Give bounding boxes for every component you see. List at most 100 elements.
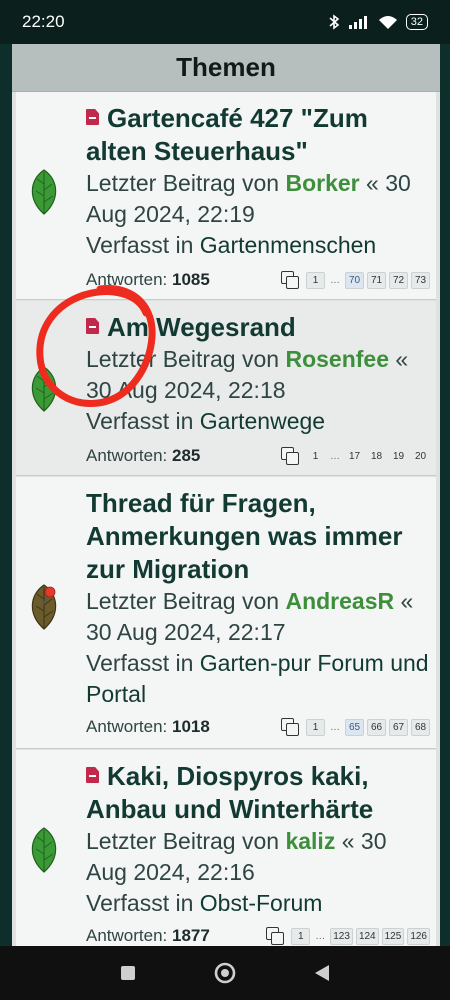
- goto-last-post[interactable]: «: [401, 588, 414, 614]
- pages-icon: [281, 447, 299, 465]
- replies-label: Antworten:: [86, 270, 168, 289]
- replies-label: Antworten:: [86, 446, 168, 465]
- author-link[interactable]: Rosenfee: [285, 346, 389, 372]
- page-link[interactable]: 72: [389, 271, 408, 289]
- topic-body: Kaki, Diospyros kaki, Anbau und Winterhä…: [86, 760, 430, 919]
- pages-icon: [266, 927, 285, 945]
- goto-last-post[interactable]: «: [342, 828, 355, 854]
- author-link[interactable]: AndreasR: [285, 588, 394, 614]
- topic-list-panel: Themen Gartencafé 427 "Zum alten Steuerh…: [12, 44, 440, 946]
- pagination: 1 … 17 18 19 20: [281, 447, 430, 465]
- forum-link[interactable]: Gartenmenschen: [200, 232, 376, 258]
- topic-row[interactable]: Gartencafé 427 "Zum alten Steuerhaus" Le…: [16, 92, 436, 300]
- topic-body: Am Wegesrand Letzter Beitrag von Rosenfe…: [86, 311, 430, 437]
- page-link[interactable]: 68: [411, 718, 430, 736]
- pages-icon: [281, 718, 299, 736]
- replies-label: Antworten:: [86, 717, 168, 736]
- page-link[interactable]: 18: [367, 448, 386, 465]
- page-link[interactable]: 70: [345, 271, 364, 289]
- last-post-label: Letzter Beitrag von: [86, 170, 280, 196]
- page-link[interactable]: 19: [389, 448, 408, 465]
- back-button[interactable]: [302, 953, 342, 993]
- topic-body: Thread für Fragen, Anmerkungen was immer…: [86, 487, 430, 710]
- post-date: 30 Aug 2024, 22:18: [86, 377, 286, 403]
- posted-in-label: Verfasst in: [86, 232, 194, 258]
- last-post-label: Letzter Beitrag von: [86, 588, 280, 614]
- goto-last-post[interactable]: «: [395, 346, 408, 372]
- document-icon: [86, 109, 99, 125]
- forum-link[interactable]: Gartenwege: [200, 408, 325, 434]
- topic-footer: Antworten: 1877 1 … 123 124 125 126: [86, 926, 430, 946]
- topic-title[interactable]: Gartencafé 427 "Zum alten Steuerhaus": [86, 103, 368, 166]
- forum-info: Verfasst in Gartenmenschen: [86, 230, 430, 261]
- page-link[interactable]: 71: [367, 271, 386, 289]
- topic-footer: Antworten: 1018 1 … 65 66 67 68: [86, 717, 430, 737]
- author-link[interactable]: kaliz: [285, 828, 335, 854]
- last-post-label: Letzter Beitrag von: [86, 346, 280, 372]
- document-icon: [86, 318, 99, 334]
- page-link[interactable]: 1: [291, 927, 311, 945]
- topic-title[interactable]: Thread für Fragen, Anmerkungen was immer…: [86, 487, 430, 586]
- page-link[interactable]: 65: [345, 718, 364, 736]
- page-link[interactable]: 17: [345, 448, 364, 465]
- page-link[interactable]: 73: [411, 271, 430, 289]
- status-bar: 22:20 32: [0, 0, 450, 44]
- topic-title-link[interactable]: Kaki, Diospyros kaki, Anbau und Winterhä…: [86, 760, 430, 826]
- topic-title[interactable]: Am Wegesrand: [107, 312, 296, 342]
- replies-label: Antworten:: [86, 926, 168, 945]
- page-link[interactable]: 1: [306, 448, 325, 465]
- goto-last-post[interactable]: «: [366, 170, 379, 196]
- posted-in-label: Verfasst in: [86, 408, 194, 434]
- bluetooth-icon: [329, 14, 340, 30]
- recent-apps-icon: [121, 966, 136, 980]
- topic-footer: Antworten: 285 1 … 17 18 19 20: [86, 446, 430, 466]
- green-leaf-icon: [31, 169, 57, 215]
- wifi-icon: [378, 16, 397, 29]
- back-icon: [314, 965, 329, 981]
- posted-in-label: Verfasst in: [86, 890, 194, 916]
- pagination: 1 … 123 124 125 126: [266, 927, 430, 945]
- topic-row[interactable]: Am Wegesrand Letzter Beitrag von Rosenfe…: [16, 301, 436, 476]
- topic-row[interactable]: Thread für Fragen, Anmerkungen was immer…: [16, 477, 436, 749]
- last-post-label: Letzter Beitrag von: [86, 828, 280, 854]
- topic-footer: Antworten: 1085 1 … 70 71 72 73: [86, 270, 430, 290]
- page-link[interactable]: 124: [355, 927, 379, 945]
- reply-count: Antworten: 1085: [86, 270, 210, 290]
- last-post-info: Letzter Beitrag von Rosenfee « 30 Aug 20…: [86, 344, 430, 406]
- pagination: 1 … 65 66 67 68: [281, 718, 430, 736]
- page-link[interactable]: 66: [367, 718, 386, 736]
- replies-value: 285: [172, 446, 201, 465]
- page-ellipsis: …: [315, 930, 326, 942]
- page-link[interactable]: 126: [407, 927, 430, 945]
- last-post-info: Letzter Beitrag von Borker « 30 Aug 2024…: [86, 168, 430, 230]
- topic-title[interactable]: Kaki, Diospyros kaki, Anbau und Winterhä…: [86, 761, 373, 824]
- page-ellipsis: …: [330, 274, 340, 286]
- signal-icon: [348, 16, 367, 29]
- topic-title-link[interactable]: Am Wegesrand: [86, 311, 430, 344]
- topic-row[interactable]: Kaki, Diospyros kaki, Anbau und Winterhä…: [16, 750, 436, 946]
- forum-info: Verfasst in Gartenwege: [86, 406, 430, 437]
- page-ellipsis: …: [330, 721, 340, 733]
- page-link[interactable]: 20: [411, 448, 430, 465]
- forum-info: Verfasst in Garten-pur Forum und Portal: [86, 648, 430, 710]
- replies-value: 1018: [172, 717, 210, 736]
- forum-info: Verfasst in Obst-Forum: [86, 888, 430, 919]
- pages-icon: [281, 271, 299, 289]
- recent-apps-button[interactable]: [108, 953, 148, 993]
- page-link[interactable]: 125: [381, 927, 405, 945]
- page-link[interactable]: 1: [306, 718, 325, 736]
- topic-title-link[interactable]: Gartencafé 427 "Zum alten Steuerhaus": [86, 102, 430, 168]
- page-link[interactable]: 67: [389, 718, 408, 736]
- battery-icon: 32: [405, 14, 428, 30]
- pinned-leaf-icon: [31, 584, 57, 630]
- document-icon: [86, 767, 99, 783]
- status-time: 22:20: [22, 12, 65, 31]
- forum-link[interactable]: Obst-Forum: [200, 890, 323, 916]
- author-link[interactable]: Borker: [285, 170, 359, 196]
- home-icon: [214, 962, 236, 984]
- page-link[interactable]: 123: [330, 927, 353, 945]
- home-button[interactable]: [205, 953, 245, 993]
- page-link[interactable]: 1: [306, 271, 325, 289]
- posted-in-label: Verfasst in: [86, 650, 194, 676]
- reply-count: Antworten: 1877: [86, 926, 210, 946]
